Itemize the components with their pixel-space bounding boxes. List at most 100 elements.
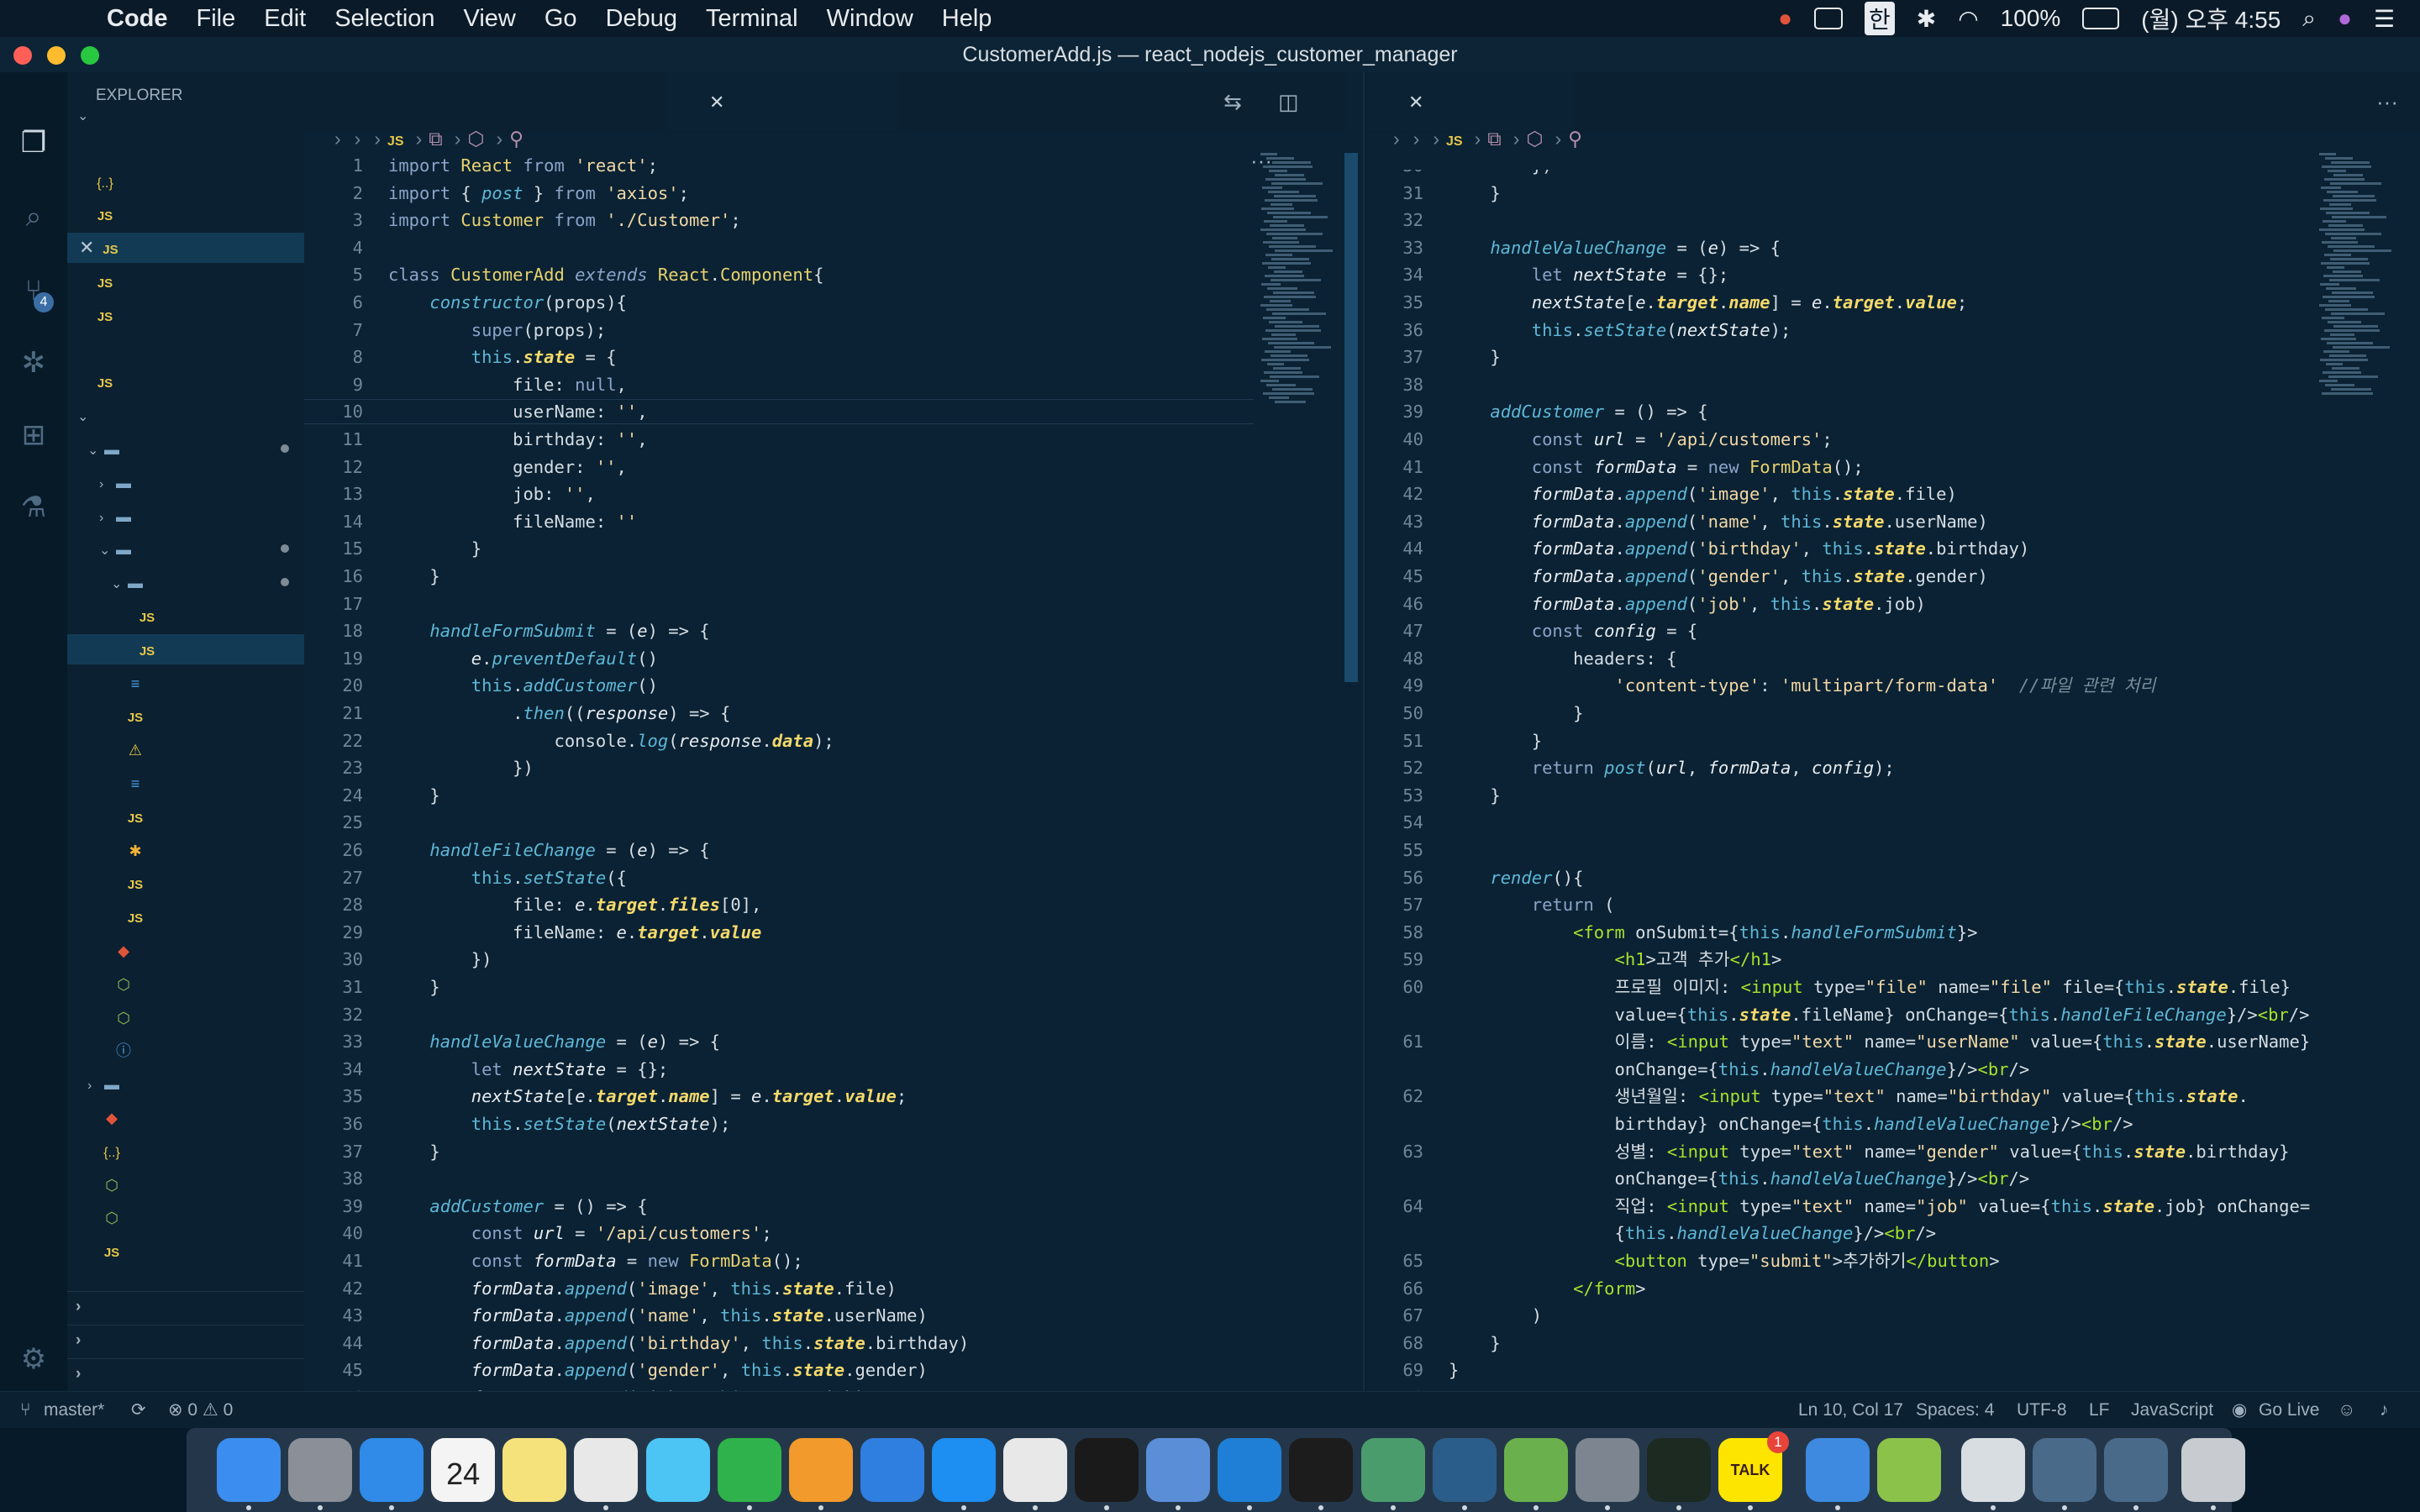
tree-item[interactable]: ⌄ ▬ <box>67 433 304 464</box>
minimize-window-button[interactable] <box>47 46 66 65</box>
minimap-left[interactable] <box>1260 153 1336 455</box>
menu-go[interactable]: Go <box>530 5 592 33</box>
menu-selection[interactable]: Selection <box>320 5 449 33</box>
menu-view[interactable]: View <box>450 5 530 33</box>
split-editor-icon[interactable]: ◫ <box>1278 89 1299 114</box>
tree-item[interactable]: › ▬ <box>67 1068 304 1099</box>
chevron-right-icon[interactable]: › <box>87 1071 103 1099</box>
battery-percent[interactable]: 100% <box>2001 5 2061 32</box>
minimap-right[interactable] <box>2319 153 2395 447</box>
vscode-icon[interactable] <box>1218 1438 1282 1502</box>
tree-item[interactable]: ◆ <box>67 935 304 965</box>
testing-icon[interactable]: ⚗ <box>17 491 50 524</box>
android-studio-icon[interactable] <box>1503 1438 1568 1502</box>
notification-center-icon[interactable]: ☰ <box>2374 5 2395 33</box>
open-editor-item[interactable]: JS <box>67 199 304 229</box>
wifi-icon[interactable]: ◠ <box>1958 5 1978 33</box>
menu-edit[interactable]: Edit <box>250 5 320 33</box>
close-tab-icon[interactable]: ✕ <box>1408 92 1423 113</box>
numbers-icon[interactable] <box>717 1438 781 1502</box>
tree-item[interactable]: {..} <box>67 1136 304 1166</box>
open-editor-item[interactable]: JS <box>67 266 304 297</box>
tree-item[interactable]: ≡ <box>67 768 304 798</box>
tree-item[interactable]: › ▬ <box>67 467 304 497</box>
tree-item[interactable]: ⓘ <box>67 1035 304 1065</box>
editor-tab[interactable] <box>304 72 499 131</box>
mysql-workbench-icon[interactable] <box>1432 1438 1497 1502</box>
tree-item[interactable]: ⬡ <box>67 969 304 999</box>
battery-icon[interactable] <box>2082 8 2120 29</box>
chevron-down-icon[interactable]: ⌄ <box>99 536 114 564</box>
open-editor-item[interactable]: {..} <box>67 166 304 197</box>
notifications-bell-icon[interactable]: ♪ <box>2380 1392 2389 1429</box>
chevron-right-icon[interactable]: › <box>76 1365 81 1383</box>
atom-icon[interactable] <box>1360 1438 1425 1502</box>
tree-item[interactable]: ⬡ <box>67 1169 304 1200</box>
open-editor-item[interactable]: ✕ JS <box>67 233 304 264</box>
menu-file[interactable]: File <box>182 5 250 33</box>
close-window-button[interactable] <box>13 46 32 65</box>
keynote-icon[interactable] <box>860 1438 924 1502</box>
line-ending[interactable]: LF <box>2089 1392 2110 1429</box>
xcode-icon[interactable] <box>1805 1438 1870 1502</box>
tree-item[interactable]: JS <box>67 701 304 731</box>
system-preferences-icon[interactable] <box>1575 1438 1639 1502</box>
code-editor-right[interactable]: 30 }) 31 } 32 33 handleValueChange = (e) =>… <box>1365 170 2420 1391</box>
textedit-icon[interactable] <box>574 1438 639 1502</box>
editor-tab[interactable]: ✕ <box>1365 72 1575 131</box>
notes-icon[interactable] <box>502 1438 567 1502</box>
indentation[interactable]: Spaces: 4 <box>1916 1392 1994 1429</box>
encoding[interactable]: UTF-8 <box>2017 1392 2067 1429</box>
chevron-down-icon[interactable]: ⌄ <box>111 570 126 597</box>
tree-item[interactable]: JS <box>67 1236 304 1266</box>
tree-item[interactable]: JS <box>67 601 304 631</box>
tree-item[interactable]: ⌄ ▬ <box>67 533 304 564</box>
editor-tab[interactable] <box>899 72 1079 131</box>
bluetooth-icon[interactable]: ✱ <box>1917 5 1936 33</box>
editor-tab[interactable]: ✕ <box>666 72 899 131</box>
launchpad-icon[interactable] <box>288 1438 352 1502</box>
chevron-right-icon[interactable]: › <box>99 470 114 497</box>
sync-icon[interactable]: ⟳ <box>131 1392 146 1429</box>
editor-tab[interactable] <box>1079 72 1227 131</box>
search-icon[interactable]: ⌕ <box>17 200 50 234</box>
pages-icon[interactable] <box>788 1438 853 1502</box>
tree-item[interactable]: ⌄ ▬ <box>67 567 304 597</box>
chevron-right-icon[interactable]: › <box>76 1298 81 1315</box>
calendar-icon[interactable]: 24 <box>431 1438 496 1502</box>
branch-icon[interactable]: ⑂ <box>20 1392 31 1429</box>
input-source[interactable]: 한 <box>1865 2 1895 35</box>
go-live-icon[interactable]: ◉ <box>2232 1392 2247 1429</box>
tree-item[interactable]: ◆ <box>67 1102 304 1132</box>
chevron-right-icon[interactable]: › <box>76 1331 81 1349</box>
panel-outline[interactable]: › <box>67 1291 304 1321</box>
panel-npm-scripts[interactable]: › <box>67 1325 304 1355</box>
display-icon[interactable] <box>1814 8 1843 29</box>
safari-icon[interactable] <box>360 1438 424 1502</box>
feedback-icon[interactable]: ☺ <box>2338 1392 2355 1429</box>
open-editor-item[interactable]: JS <box>67 300 304 330</box>
app-store-icon[interactable] <box>931 1438 996 1502</box>
chrome-icon[interactable] <box>1003 1438 1067 1502</box>
siri-icon[interactable]: ● <box>2338 5 2352 32</box>
group2-header[interactable] <box>67 333 304 364</box>
editor-tab[interactable] <box>499 72 666 131</box>
project-header[interactable]: ⌄ <box>67 400 304 430</box>
close-editor-icon[interactable]: ✕ <box>79 237 94 258</box>
pycharm-icon[interactable] <box>1289 1438 1354 1502</box>
debug-icon[interactable]: ✲ <box>17 346 50 380</box>
group1-header[interactable] <box>67 133 304 163</box>
open-editor-item[interactable]: JS <box>67 366 304 396</box>
finder-icon[interactable] <box>216 1438 281 1502</box>
screenshot-folder-icon[interactable] <box>2032 1438 2096 1502</box>
tree-item[interactable]: JS <box>67 633 304 664</box>
kakaotalk-icon[interactable]: TALK 1 <box>1718 1431 1789 1502</box>
menu-debug[interactable]: Debug <box>592 5 692 33</box>
problems-indicator[interactable]: ⊗ 0 ⚠ 0 <box>168 1392 233 1429</box>
more-actions-right-icon[interactable]: ··· <box>2376 72 2398 131</box>
extensions-icon[interactable]: ⊞ <box>17 418 50 452</box>
messages-icon[interactable] <box>645 1438 710 1502</box>
chevron-down-icon[interactable]: ⌄ <box>87 436 103 464</box>
explorer-icon[interactable]: ❐ <box>17 126 50 160</box>
close-tab-icon[interactable]: ✕ <box>709 92 724 113</box>
